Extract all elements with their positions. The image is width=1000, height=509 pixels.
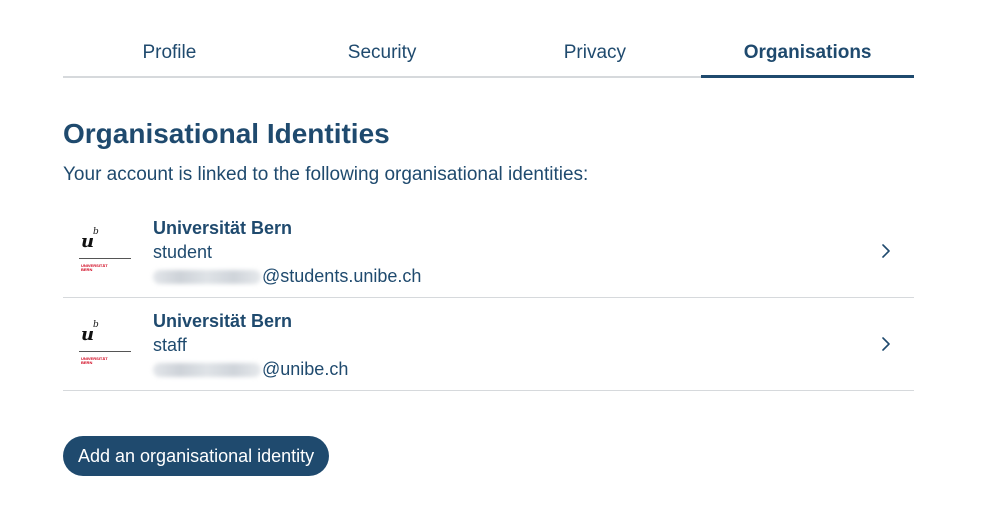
identity-org-name: Universität Bern [153,218,293,238]
identity-role: student [153,242,213,262]
identity-row-student[interactable]: u b UNIVERSITÄT BERN Universität Bern st… [63,205,914,298]
identity-role: staff [153,335,187,355]
tab-organisations[interactable]: Organisations [701,28,914,78]
unibe-logo: u b UNIVERSITÄT BERN [79,227,131,275]
logo-superscript: b [93,227,99,237]
identity-org-name: Universität Bern [153,311,293,331]
logo-wordmark: UNIVERSITÄT BERN [81,357,108,365]
identity-email-domain: @students.unibe.ch [262,266,422,286]
chevron-right-icon[interactable] [880,336,892,352]
logo-divider [79,351,131,352]
logo-superscript: b [93,320,99,330]
identity-email-domain: @unibe.ch [262,359,349,379]
tab-security[interactable]: Security [276,28,489,76]
chevron-right-icon[interactable] [880,243,892,259]
identity-list: u b UNIVERSITÄT BERN Universität Bern st… [63,205,914,391]
unibe-logo: u b UNIVERSITÄT BERN [79,320,131,368]
page-subtitle: Your account is linked to the following … [63,164,589,185]
redacted-email-user [153,362,261,377]
identity-row-staff[interactable]: u b UNIVERSITÄT BERN Universität Bern st… [63,298,914,391]
tab-privacy[interactable]: Privacy [489,28,702,76]
add-organisational-identity-button[interactable]: Add an organisational identity [63,436,330,476]
settings-tabs: Profile Security Privacy Organisations [63,28,914,78]
logo-wordmark: UNIVERSITÄT BERN [81,264,108,272]
redacted-email-user [153,269,261,284]
identity-email: @unibe.ch [153,359,348,380]
logo-divider [79,258,131,259]
page-title: Organisational Identities [63,118,390,149]
logo-wordmark-line2: BERN [81,267,93,272]
logo-wordmark-line2: BERN [81,360,93,365]
identity-email: @students.unibe.ch [153,266,421,287]
tab-profile[interactable]: Profile [63,28,276,76]
